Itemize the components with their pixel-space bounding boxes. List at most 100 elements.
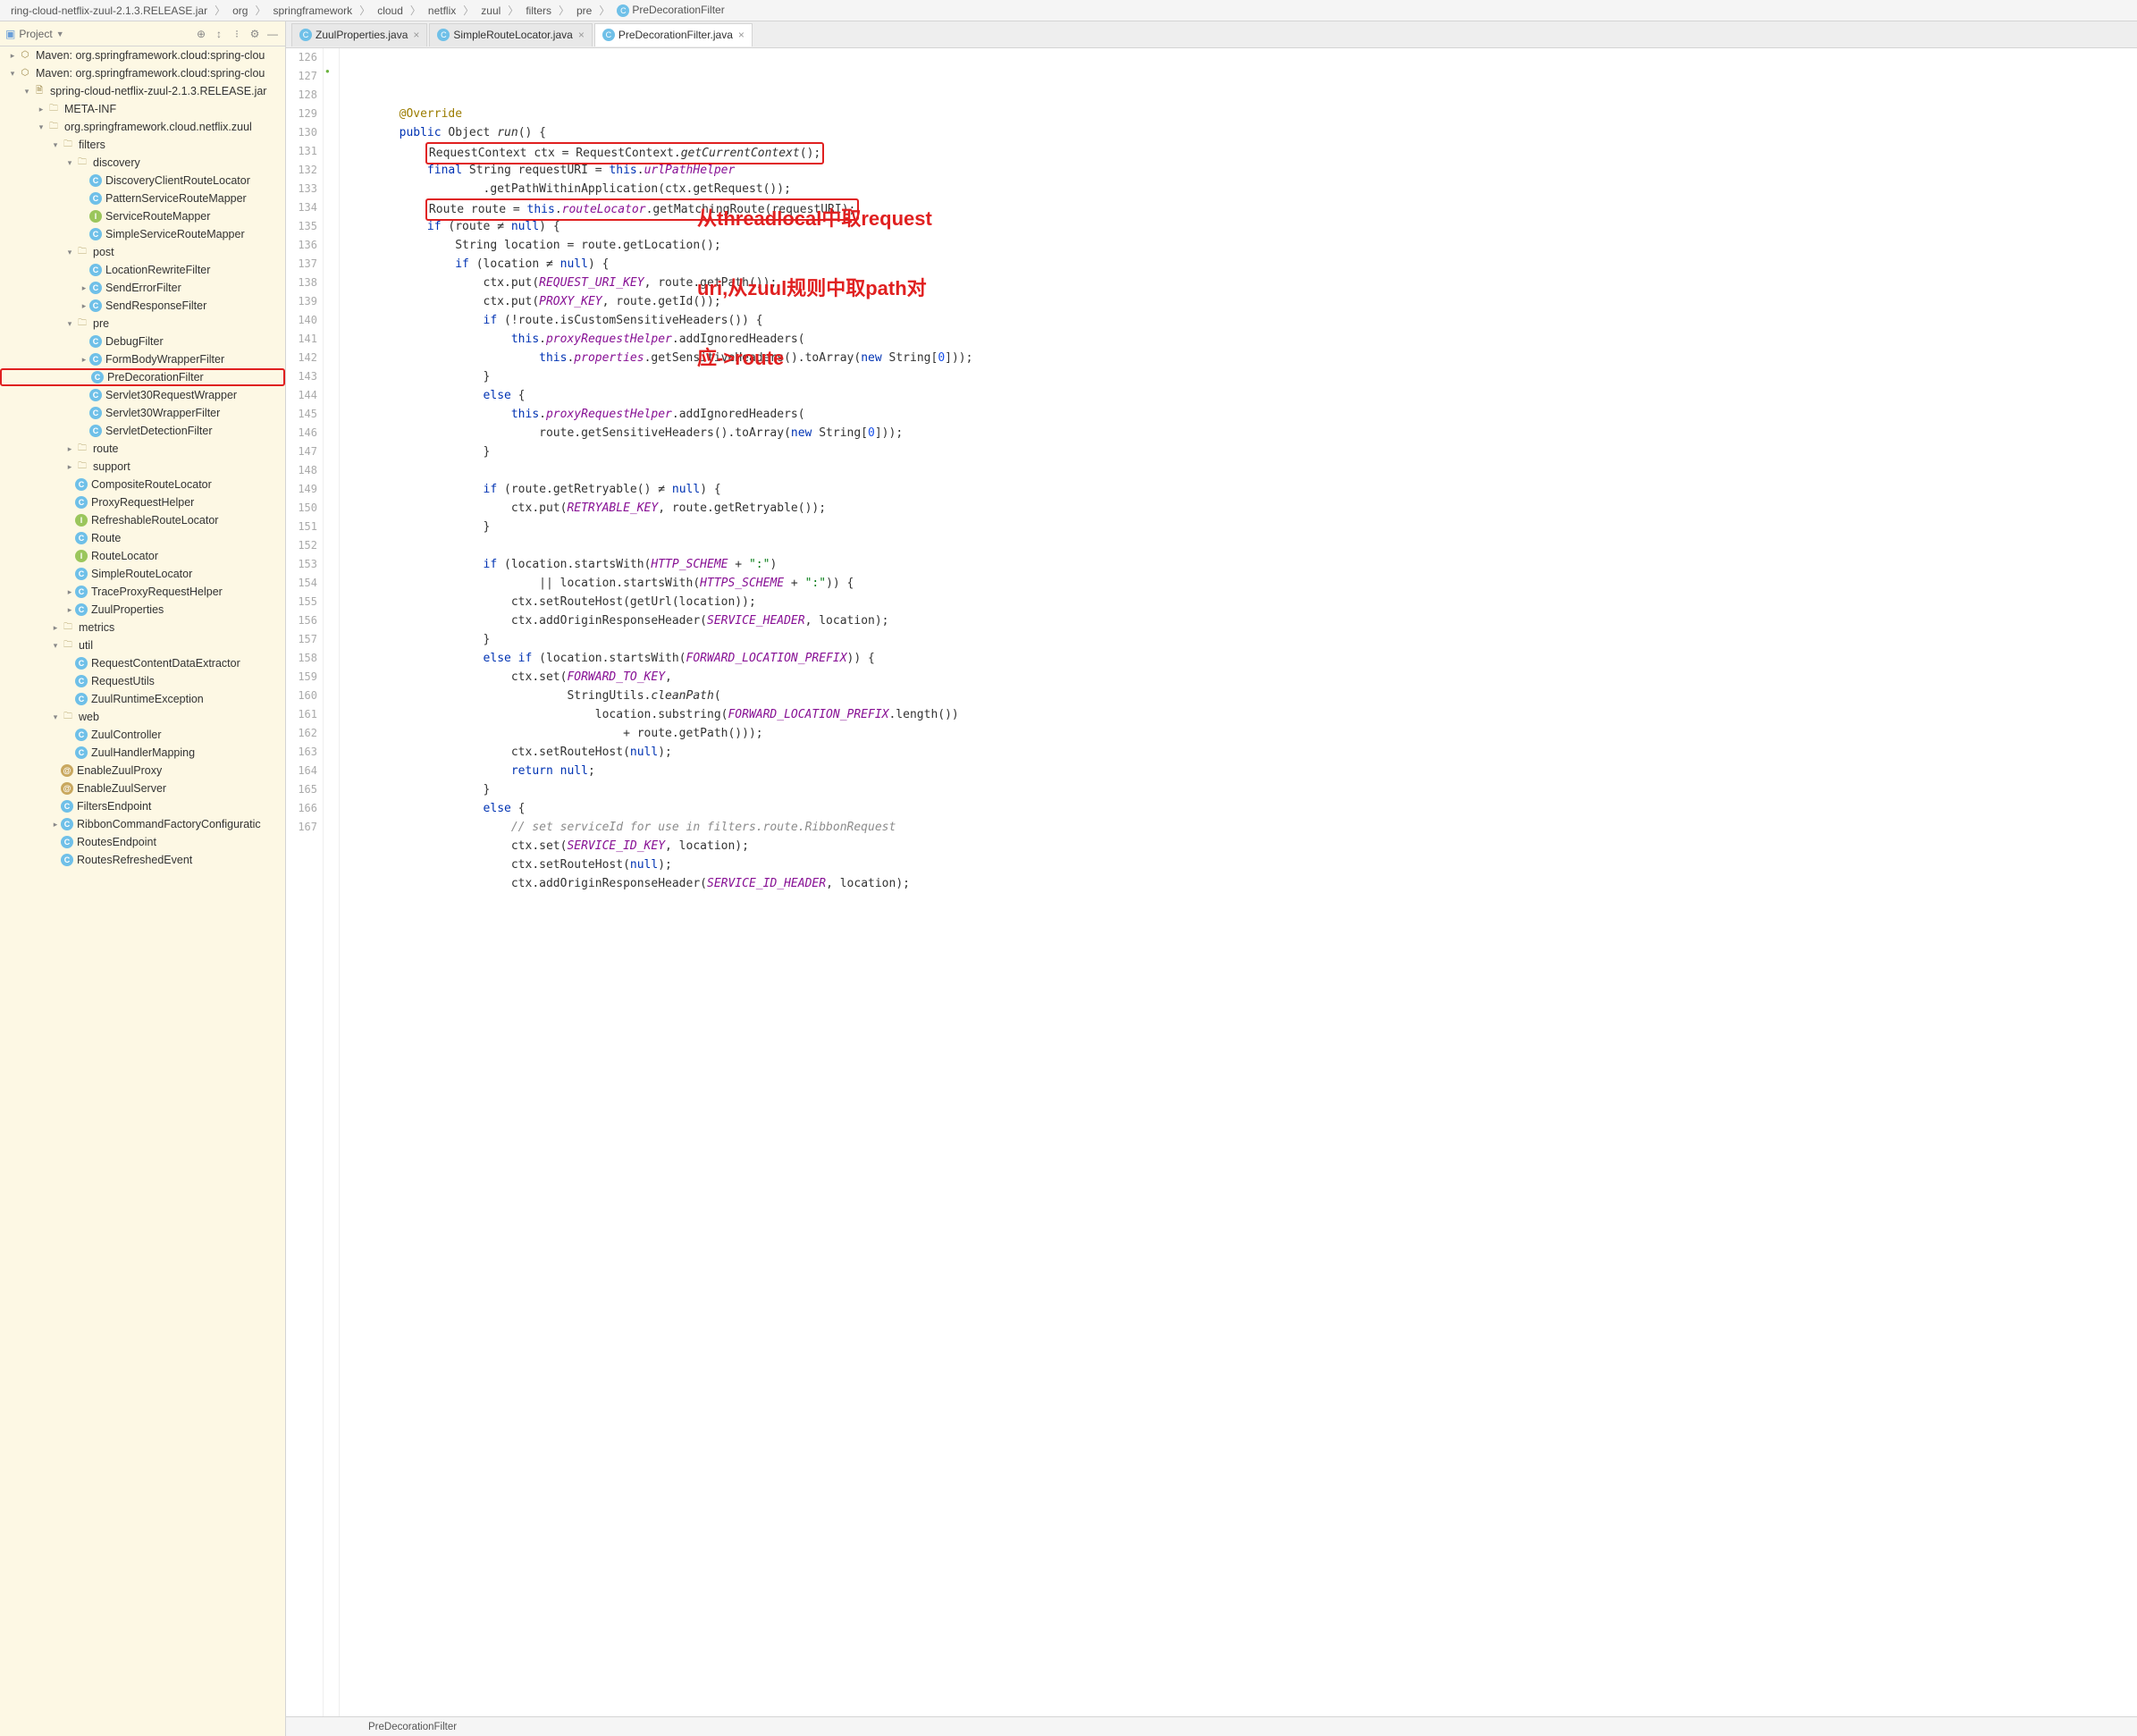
code-line[interactable]: + route.getPath())); xyxy=(343,724,2137,743)
sort-icon[interactable]: ↕ xyxy=(212,27,226,41)
tree-node[interactable]: CZuulController xyxy=(0,726,285,744)
close-icon[interactable]: × xyxy=(738,29,745,41)
chevron-right-icon[interactable]: ▸ xyxy=(50,815,61,833)
code-line[interactable]: ctx.setRouteHost(null); xyxy=(343,855,2137,874)
tree-node[interactable]: ▸CSendErrorFilter xyxy=(0,279,285,297)
tree-node[interactable]: IRouteLocator xyxy=(0,547,285,565)
tree-node[interactable]: ▸CZuulProperties xyxy=(0,601,285,619)
tree-node[interactable]: IRefreshableRouteLocator xyxy=(0,511,285,529)
tree-node[interactable]: ▾🗀pre xyxy=(0,315,285,333)
close-icon[interactable]: × xyxy=(578,29,585,41)
breadcrumb-segment[interactable]: springframework xyxy=(269,4,356,17)
chevron-down-icon[interactable]: ▾ xyxy=(7,64,18,82)
tree-node[interactable]: ▾🗀post xyxy=(0,243,285,261)
code-line[interactable]: } xyxy=(343,367,2137,386)
tree-node[interactable]: CPatternServiceRouteMapper xyxy=(0,190,285,207)
code-line[interactable]: else { xyxy=(343,386,2137,405)
code-line[interactable]: } xyxy=(343,442,2137,461)
chevron-down-icon[interactable]: ▾ xyxy=(36,118,46,136)
tree-node[interactable]: ▸🗀route xyxy=(0,440,285,458)
code-line[interactable]: route.getSensitiveHeaders().toArray(new … xyxy=(343,424,2137,442)
code-line[interactable]: ctx.put(PROXY_KEY, route.getId()); xyxy=(343,292,2137,311)
chevron-right-icon[interactable]: ▸ xyxy=(36,100,46,118)
code-line[interactable]: .getPathWithinApplication(ctx.getRequest… xyxy=(343,180,2137,198)
tree-node[interactable]: CDiscoveryClientRouteLocator xyxy=(0,172,285,190)
gear-icon[interactable]: ⚙ xyxy=(248,27,262,41)
code-line[interactable]: if (!route.isCustomSensitiveHeaders()) { xyxy=(343,311,2137,330)
chevron-right-icon[interactable]: ▸ xyxy=(79,297,89,315)
chevron-down-icon[interactable]: ▾ xyxy=(50,708,61,726)
tree-node[interactable]: ▾⬡Maven: org.springframework.cloud:sprin… xyxy=(0,64,285,82)
override-icon[interactable] xyxy=(324,67,334,78)
breadcrumb-segment[interactable]: filters xyxy=(522,4,555,17)
chevron-right-icon[interactable]: ▸ xyxy=(7,46,18,64)
tree-node[interactable]: ▾🗀util xyxy=(0,636,285,654)
tree-node[interactable]: CZuulRuntimeException xyxy=(0,690,285,708)
tree-node[interactable]: ▾🗀filters xyxy=(0,136,285,154)
code-line[interactable]: location.substring(FORWARD_LOCATION_PREF… xyxy=(343,705,2137,724)
tree-node[interactable]: ▸⬡Maven: org.springframework.cloud:sprin… xyxy=(0,46,285,64)
tree-node[interactable]: ▾🗀discovery xyxy=(0,154,285,172)
code-line[interactable]: } xyxy=(343,780,2137,799)
code-line[interactable]: ctx.setRouteHost(null); xyxy=(343,743,2137,762)
tree-node[interactable]: CProxyRequestHelper xyxy=(0,493,285,511)
tree-node[interactable]: CPreDecorationFilter xyxy=(0,368,285,386)
chevron-right-icon[interactable]: ▸ xyxy=(64,601,75,619)
chevron-right-icon[interactable]: ▸ xyxy=(79,279,89,297)
breadcrumb-segment[interactable]: netflix xyxy=(425,4,459,17)
code-line[interactable]: else if (location.startsWith(FORWARD_LOC… xyxy=(343,649,2137,668)
tree-node[interactable]: IServiceRouteMapper xyxy=(0,207,285,225)
chevron-right-icon[interactable]: ▸ xyxy=(64,440,75,458)
tree-node[interactable]: CRoutesRefreshedEvent xyxy=(0,851,285,869)
tree-node[interactable]: ▸🗀metrics xyxy=(0,619,285,636)
tree-node[interactable]: CRoutesEndpoint xyxy=(0,833,285,851)
chevron-right-icon[interactable]: ▸ xyxy=(64,583,75,601)
breadcrumb-segment[interactable]: cloud xyxy=(374,4,407,17)
tree-node[interactable]: CSimpleRouteLocator xyxy=(0,565,285,583)
tree-node[interactable]: CLocationRewriteFilter xyxy=(0,261,285,279)
tree-node[interactable]: CRequestContentDataExtractor xyxy=(0,654,285,672)
code-line[interactable]: ctx.put(RETRYABLE_KEY, route.getRetryabl… xyxy=(343,499,2137,518)
locate-icon[interactable]: ⊕ xyxy=(194,27,208,41)
tree-node[interactable]: CSimpleServiceRouteMapper xyxy=(0,225,285,243)
code-line[interactable]: } xyxy=(343,630,2137,649)
tree-node[interactable]: ▾🗀web xyxy=(0,708,285,726)
code-line[interactable]: Route route = this.routeLocator.getMatch… xyxy=(343,198,2137,217)
tree-node[interactable]: CServlet30WrapperFilter xyxy=(0,404,285,422)
tree-node[interactable]: ▾🗀org.springframework.cloud.netflix.zuul xyxy=(0,118,285,136)
chevron-down-icon[interactable]: ▾ xyxy=(64,154,75,172)
editor-tab[interactable]: CZuulProperties.java× xyxy=(291,23,427,46)
code-scroll[interactable]: 1261271281291301311321331341351361371381… xyxy=(286,48,2137,1716)
code-line[interactable]: else { xyxy=(343,799,2137,818)
breadcrumb-segment[interactable]: pre xyxy=(573,4,595,17)
project-tree[interactable]: ▸⬡Maven: org.springframework.cloud:sprin… xyxy=(0,46,285,1736)
code-line[interactable]: public Object run() { xyxy=(343,123,2137,142)
code-line[interactable]: @Override xyxy=(343,105,2137,123)
tree-node[interactable]: CServlet30RequestWrapper xyxy=(0,386,285,404)
tree-node[interactable]: ▾🗎spring-cloud-netflix-zuul-2.1.3.RELEAS… xyxy=(0,82,285,100)
tree-node[interactable]: CServletDetectionFilter xyxy=(0,422,285,440)
chevron-right-icon[interactable]: ▸ xyxy=(64,458,75,476)
code-line[interactable]: ctx.addOriginResponseHeader(SERVICE_HEAD… xyxy=(343,611,2137,630)
chevron-down-icon[interactable]: ▾ xyxy=(50,636,61,654)
chevron-right-icon[interactable]: ▸ xyxy=(50,619,61,636)
code-line[interactable]: ctx.setRouteHost(getUrl(location)); xyxy=(343,593,2137,611)
code-line[interactable]: if (location.startsWith(HTTP_SCHEME + ":… xyxy=(343,555,2137,574)
code-line[interactable]: } xyxy=(343,518,2137,536)
chevron-down-icon[interactable]: ▾ xyxy=(21,82,32,100)
sidebar-title[interactable]: ▣ Project ▼ xyxy=(5,28,64,40)
tree-node[interactable]: ▸CTraceProxyRequestHelper xyxy=(0,583,285,601)
code-line[interactable]: return null; xyxy=(343,762,2137,780)
editor-tab[interactable]: CSimpleRouteLocator.java× xyxy=(429,23,592,46)
tree-node[interactable]: CRequestUtils xyxy=(0,672,285,690)
filter-icon[interactable]: ⁝ xyxy=(230,27,244,41)
code-line[interactable]: || location.startsWith(HTTPS_SCHEME + ":… xyxy=(343,574,2137,593)
chevron-down-icon[interactable]: ▾ xyxy=(64,243,75,261)
code-line[interactable] xyxy=(343,536,2137,555)
code-line[interactable]: final String requestURI = this.urlPathHe… xyxy=(343,161,2137,180)
tree-node[interactable]: CRoute xyxy=(0,529,285,547)
tree-node[interactable]: ▸CSendResponseFilter xyxy=(0,297,285,315)
breadcrumb-segment[interactable]: org xyxy=(229,4,251,17)
code-line[interactable]: // set serviceId for use in filters.rout… xyxy=(343,818,2137,837)
tree-node[interactable]: @EnableZuulProxy xyxy=(0,762,285,780)
